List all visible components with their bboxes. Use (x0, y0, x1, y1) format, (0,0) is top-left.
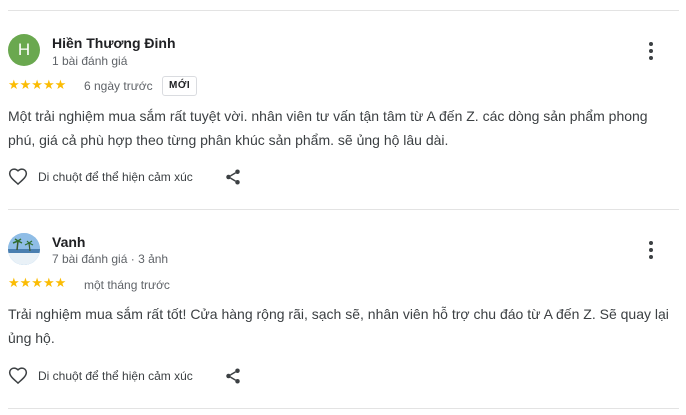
review-card: Vanh 7 bài đánh giá · 3 ảnh ★★★★★ một th… (0, 0, 686, 415)
review-text: Trải nghiệm mua sắm rất tốt! Cửa hàng rộ… (8, 306, 669, 346)
reviewer-meta: 7 bài đánh giá · 3 ảnh (52, 252, 169, 266)
bottom-divider (8, 408, 679, 409)
star-rating: ★★★★★ (8, 275, 67, 290)
reaction-row: Di chuột để thể hiện cảm xúc (8, 365, 193, 387)
reaction-label: Di chuột để thể hiện cảm xúc (38, 369, 193, 383)
more-vert-icon (649, 241, 653, 245)
heart-outline-icon[interactable] (8, 366, 28, 386)
share-icon[interactable] (224, 367, 242, 385)
review-date: một tháng trước (84, 278, 170, 292)
avatar-photo-icon (8, 233, 40, 265)
more-options-button[interactable] (640, 239, 662, 261)
reviewer-name[interactable]: Vanh (52, 234, 85, 250)
avatar[interactable] (8, 233, 40, 265)
